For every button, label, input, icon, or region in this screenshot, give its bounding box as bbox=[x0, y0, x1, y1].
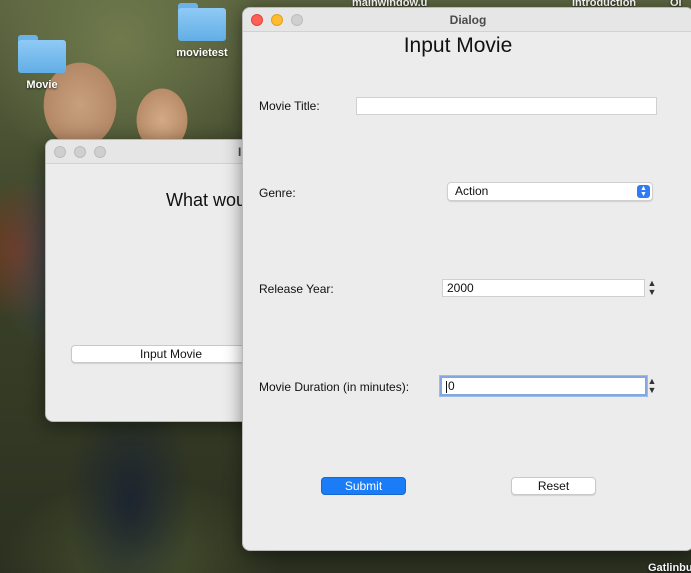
duration-stepper[interactable]: ▲ ▼ bbox=[647, 377, 657, 395]
input-movie-button[interactable]: Input Movie bbox=[71, 345, 271, 363]
release-year-stepper[interactable]: ▲ ▼ bbox=[647, 279, 657, 297]
movie-title-label: Movie Title: bbox=[259, 99, 320, 113]
minimize-icon[interactable] bbox=[74, 146, 86, 158]
text-caret bbox=[446, 380, 447, 393]
desktop-icon-label: Movie bbox=[26, 79, 58, 91]
genre-select[interactable]: Action ▲ ▼ bbox=[447, 182, 653, 201]
duration-spinbox[interactable]: 0 bbox=[440, 376, 647, 396]
main-window: I What woul Input Movie bbox=[45, 139, 275, 422]
close-icon[interactable] bbox=[54, 146, 66, 158]
window-title: I bbox=[238, 145, 242, 159]
input-movie-dialog: Dialog Input Movie Movie Title: Genre: A… bbox=[242, 7, 691, 551]
title-bar[interactable]: I bbox=[46, 140, 274, 164]
duration-label: Movie Duration (in minutes): bbox=[259, 380, 410, 394]
window-controls bbox=[54, 146, 106, 158]
chevron-up-down-icon: ▲ ▼ bbox=[637, 185, 650, 198]
release-year-spinbox[interactable]: 2000 bbox=[442, 279, 645, 297]
dialog-heading: Input Movie bbox=[403, 34, 513, 57]
release-year-label: Release Year: bbox=[259, 282, 334, 296]
main-question-heading: What woul bbox=[166, 190, 251, 210]
chevron-down-icon[interactable]: ▼ bbox=[647, 288, 657, 297]
duration-value: 0 bbox=[448, 379, 455, 393]
reset-button[interactable]: Reset bbox=[511, 477, 596, 495]
desktop-icon-label-gatlinburg[interactable]: Gatlinbu bbox=[648, 562, 691, 573]
folder-icon bbox=[18, 35, 66, 73]
folder-icon bbox=[178, 3, 226, 41]
title-bar[interactable]: Dialog bbox=[243, 8, 691, 32]
submit-button[interactable]: Submit bbox=[321, 477, 406, 495]
desktop-folder-movie[interactable]: Movie bbox=[14, 35, 70, 91]
desktop-icon-label: movietest bbox=[176, 47, 228, 59]
desktop-folder-movietest[interactable]: movietest bbox=[170, 3, 234, 59]
window-title: Dialog bbox=[449, 13, 487, 27]
movie-title-input[interactable] bbox=[356, 97, 657, 115]
zoom-icon[interactable] bbox=[94, 146, 106, 158]
genre-label: Genre: bbox=[259, 186, 296, 200]
genre-selected-value: Action bbox=[455, 184, 489, 198]
chevron-down-icon[interactable]: ▼ bbox=[647, 386, 657, 395]
